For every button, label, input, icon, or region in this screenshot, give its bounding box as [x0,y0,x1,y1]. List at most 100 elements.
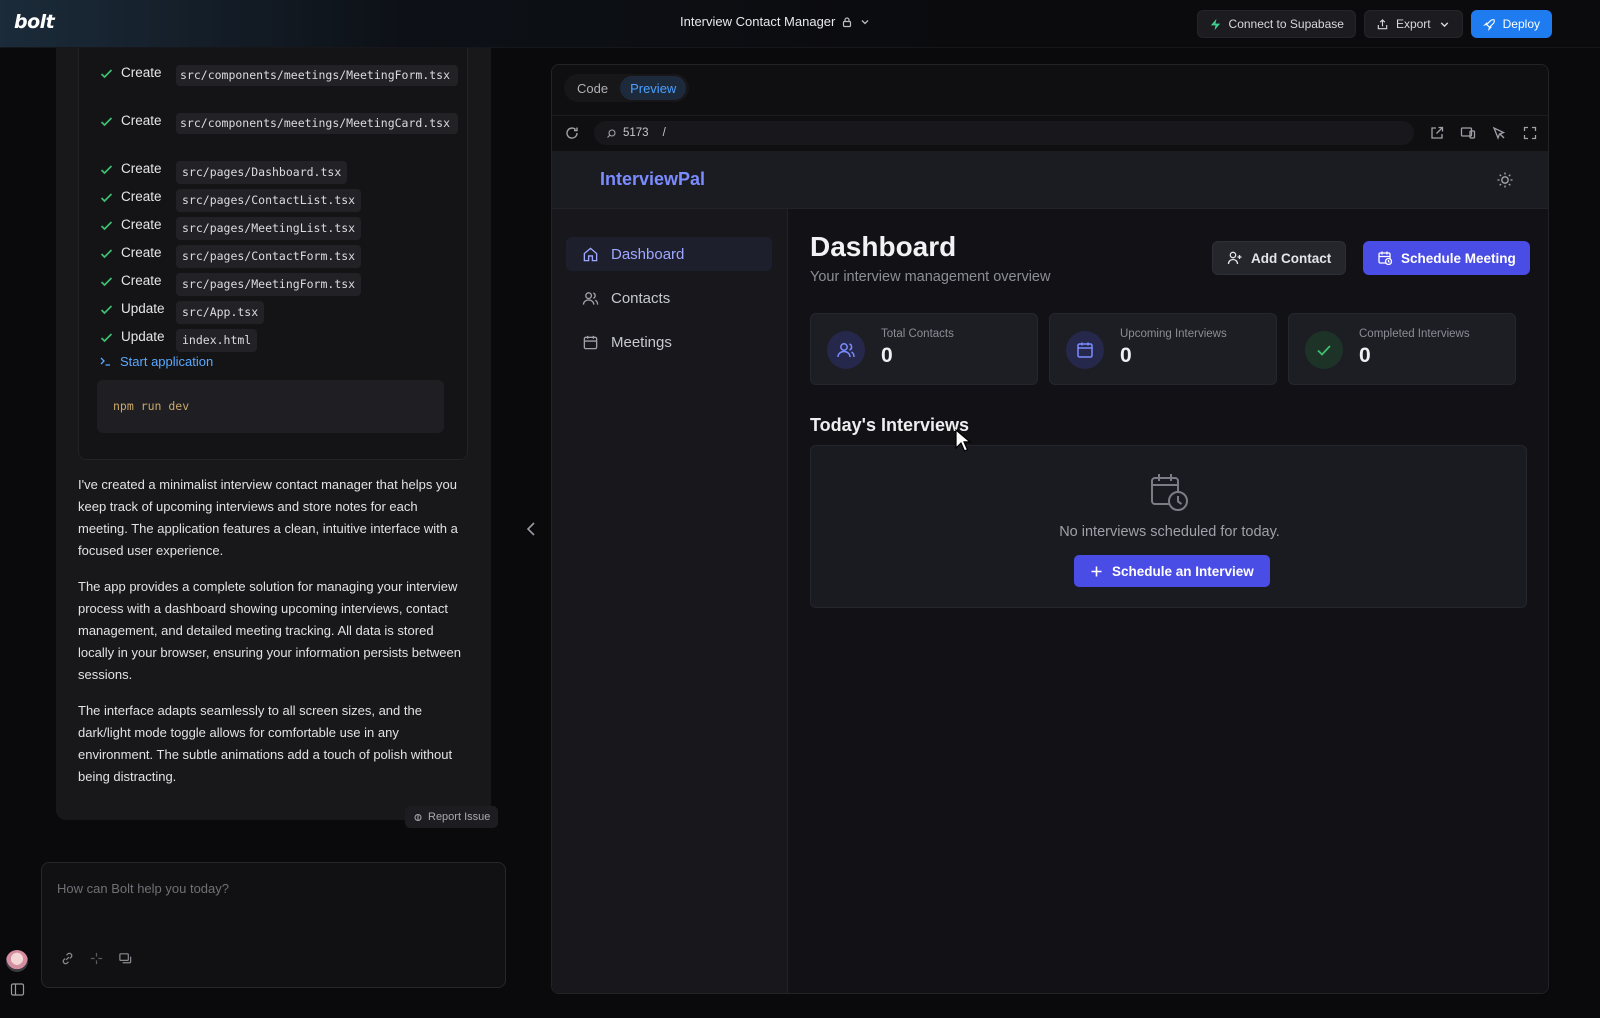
assistant-paragraph: The app provides a complete solution for… [78,579,461,682]
nav-item-meetings[interactable]: Meetings [566,325,772,359]
action-step: Create src/pages/Dashboard.tsx [99,161,348,184]
schedule-meeting-label: Schedule Meeting [1401,250,1516,266]
calendar-icon [583,335,598,349]
file-path: index.html [176,329,258,352]
page-title: Dashboard [810,231,957,262]
lock-icon [843,16,852,27]
home-icon [583,246,598,261]
user-plus-icon [1227,251,1242,265]
action-verb: Create [121,273,162,288]
connect-supabase-button[interactable]: Connect to Supabase [1196,10,1356,38]
app-brand[interactable]: InterviewPal [600,169,705,190]
check-icon [100,69,113,79]
section-title-todays-interviews: Today's Interviews [810,415,970,435]
calendar-clock-icon [1378,251,1393,266]
nav-item-dashboard[interactable]: Dashboard [566,237,772,271]
terminal-icon [100,357,110,366]
stat-label: Completed Interviews [1359,328,1470,340]
sun-icon[interactable] [1496,171,1514,189]
workbench: Code Preview 5173 / InterviewPal Dashboa… [551,64,1549,994]
file-path: src/pages/MeetingForm.tsx [176,273,362,296]
preview-toolbar: 5173 / [552,115,1548,149]
report-issue-label: Report Issue [428,811,491,823]
sparkle-icon[interactable] [89,951,104,966]
check-icon [100,333,113,343]
schedule-meeting-button[interactable]: Schedule Meeting [1363,241,1530,275]
nav-item-label: Contacts [611,289,671,307]
export-button[interactable]: Export [1363,10,1463,38]
stat-value: 0 [1120,344,1132,367]
preview-url-bar[interactable]: 5173 / [594,121,1414,145]
fullscreen-icon[interactable] [1522,125,1538,141]
chevron-left-icon[interactable] [524,521,538,537]
bug-icon [414,814,422,821]
user-avatar[interactable] [6,950,28,972]
assistant-paragraph: I've created a minimalist interview cont… [78,477,458,558]
report-issue-button[interactable]: Report Issue [405,806,499,828]
schedule-interview-label: Schedule an Interview [1112,563,1254,579]
stat-card-upcoming-interviews: Upcoming Interviews 0 [1049,313,1277,385]
prompt-placeholder: How can Bolt help you today? [57,881,229,896]
check-icon [100,305,113,315]
users-icon [827,331,865,369]
chevron-down-icon [1440,21,1448,27]
action-verb: Create [121,217,162,232]
rocket-icon [1482,18,1495,31]
action-verb: Create [121,161,162,176]
schedule-interview-button[interactable]: Schedule an Interview [1074,555,1270,587]
app-sidebar: Dashboard Contacts Meetings [552,209,788,993]
check-icon [100,221,113,231]
action-verb: Create [121,189,162,204]
check-icon [100,117,113,127]
open-external-icon[interactable] [1429,125,1445,141]
top-bar: bolt Interview Contact Manager Connect t… [0,0,1600,48]
add-contact-button[interactable]: Add Contact [1212,241,1347,275]
stat-value: 0 [1359,344,1371,367]
file-path: src/pages/MeetingList.tsx [176,217,362,240]
file-path: src/pages/ContactList.tsx [176,189,362,212]
tab-preview[interactable]: Preview [620,76,687,100]
deploy-label: Deploy [1502,17,1540,31]
add-contact-label: Add Contact [1251,250,1332,266]
check-icon [1305,331,1343,369]
nav-item-contacts[interactable]: Contacts [566,281,772,315]
action-step: Update index.html [99,329,258,352]
project-title[interactable]: Interview Contact Manager [680,14,871,29]
action-verb: Update [121,301,165,316]
action-step: Create src/components/meetings/MeetingFor… [99,65,458,86]
preview-app: InterviewPal Dashboard Contacts Meetings… [552,151,1548,993]
start-application-label: Start application [120,354,214,369]
port-icon [607,128,616,138]
export-icon [1377,18,1388,29]
port-number: 5173 [623,127,649,139]
inspect-icon[interactable] [1491,125,1507,141]
file-path: src/pages/Dashboard.tsx [176,161,348,184]
link-icon[interactable] [60,951,75,966]
action-verb: Create [121,65,162,80]
action-step: Create src/components/meetings/MeetingCar… [99,113,458,134]
device-toggle-icon[interactable] [1460,125,1476,141]
action-verb: Create [121,113,162,128]
bolt-logo[interactable]: bolt [14,11,55,33]
deploy-button[interactable]: Deploy [1470,10,1552,38]
prompt-input[interactable]: How can Bolt help you today? [41,862,506,988]
start-application-step[interactable]: Start application [99,354,213,369]
action-step: Create src/pages/ContactForm.tsx [99,245,362,268]
tab-code[interactable]: Code [567,76,618,100]
nav-item-label: Meetings [611,333,672,351]
sidebar-toggle-icon[interactable] [10,982,25,997]
url-path: / [662,127,666,139]
discuss-icon[interactable] [118,951,133,966]
calendar-clock-icon [1151,474,1188,511]
file-path: src/components/meetings/MeetingForm.tsx [176,65,458,86]
app-header: InterviewPal [552,151,1548,209]
assistant-paragraph: The interface adapts seamlessly to all s… [78,703,453,784]
action-step: Create src/pages/MeetingList.tsx [99,217,362,240]
view-tabs: Code Preview [564,74,690,102]
action-verb: Create [121,245,162,260]
actions-list: Create src/components/meetings/MeetingFor… [78,48,468,460]
mouse-cursor-icon [955,429,971,452]
stat-label: Upcoming Interviews [1120,328,1227,340]
reload-icon[interactable] [564,125,580,141]
stat-card-total-contacts: Total Contacts 0 [810,313,1038,385]
